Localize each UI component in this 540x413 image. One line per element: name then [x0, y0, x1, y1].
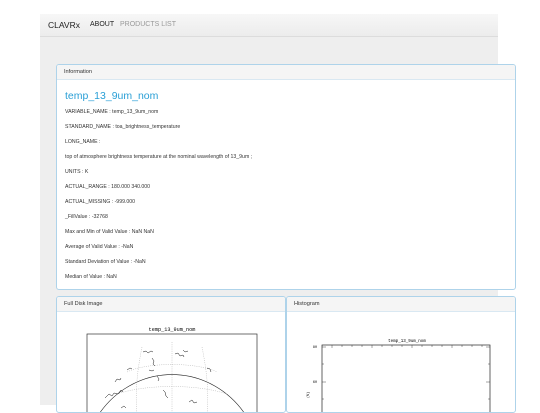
- info-line-median: Median of Value : NaN: [65, 274, 117, 280]
- nav-about-link[interactable]: ABOUT: [90, 21, 114, 28]
- full-disk-image: temp_13_9um_nom: [86, 327, 258, 412]
- histogram-panel: Histogram temp_13_9um_nom 80 60 (%): [286, 296, 516, 413]
- variable-title: temp_13_9um_nom: [65, 90, 159, 102]
- info-line-long-name: LONG_NAME :: [65, 139, 101, 145]
- info-line-long-name-value: top of atmosphere brightness temperature…: [65, 154, 253, 160]
- info-line-fill-value: _FillValue : -32768: [65, 214, 108, 220]
- full-disk-plot-title: temp_13_9um_nom: [149, 327, 196, 333]
- histogram-y-tick-80: 80: [313, 346, 317, 350]
- info-line-standard-name: STANDARD_NAME : toa_brightness_temperatu…: [65, 124, 181, 130]
- information-heading: Information: [57, 65, 515, 80]
- info-line-max-min: Max and Min of Valid Value : NaN NaN: [65, 229, 154, 235]
- navbar: CLAVRx ABOUT PRODUCTS LIST: [40, 14, 498, 37]
- brand-link[interactable]: CLAVRx: [48, 20, 80, 30]
- info-line-actual-missing: ACTUAL_MISSING : -999.000: [65, 199, 136, 205]
- histogram-y-axis-label: (%): [306, 392, 311, 398]
- histogram-y-tick-60: 60: [313, 381, 317, 385]
- histogram-frame: [321, 344, 491, 412]
- full-disk-panel: Full Disk Image temp_13_9um_nom: [56, 296, 286, 413]
- info-line-actual-range: ACTUAL_RANGE : 180.000 340.000: [65, 184, 151, 190]
- info-line-variable-name: VARIABLE_NAME : temp_13_9um_nom: [65, 109, 159, 115]
- info-line-average: Average of Valid Value : -NaN: [65, 244, 134, 250]
- histogram-heading: Histogram: [287, 297, 515, 312]
- nav-products-link[interactable]: PRODUCTS LIST: [120, 21, 176, 28]
- info-line-units: UNITS : K: [65, 169, 89, 175]
- histogram-chart: temp_13_9um_nom 80 60 (%): [306, 340, 491, 412]
- full-disk-heading: Full Disk Image: [57, 297, 285, 312]
- info-line-std-dev: Standard Deviation of Value : -NaN: [65, 259, 146, 265]
- information-panel: Information temp_13_9um_nom VARIABLE_NAM…: [56, 64, 516, 290]
- histogram-plot-title: temp_13_9um_nom: [388, 340, 426, 344]
